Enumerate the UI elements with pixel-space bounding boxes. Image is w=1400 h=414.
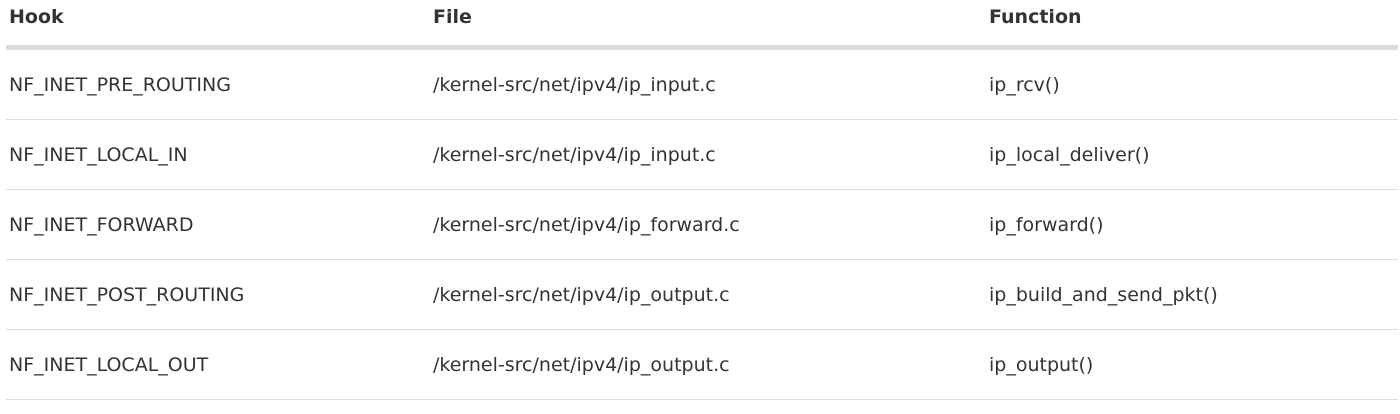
- hook-cell: NF_INET_LOCAL_OUT: [9, 353, 209, 376]
- function-cell: ip_build_and_send_pkt(): [989, 283, 1218, 306]
- function-cell: ip_rcv(): [989, 73, 1060, 96]
- column-header-hook[interactable]: Hook: [6, 6, 433, 28]
- file-cell: /kernel-src/net/ipv4/ip_forward.c: [433, 213, 740, 236]
- column-header-function[interactable]: Function: [989, 6, 1398, 28]
- table-row: NF_INET_POST_ROUTING /kernel-src/net/ipv…: [6, 260, 1398, 330]
- hook-cell: NF_INET_PRE_ROUTING: [9, 73, 231, 96]
- table-row: NF_INET_LOCAL_OUT /kernel-src/net/ipv4/i…: [6, 330, 1398, 400]
- table-row: NF_INET_PRE_ROUTING /kernel-src/net/ipv4…: [6, 50, 1398, 120]
- function-cell: ip_forward(): [989, 213, 1104, 236]
- table-header-row: Hook File Function: [6, 0, 1398, 50]
- netfilter-hooks-table: Hook File Function NF_INET_PRE_ROUTING /…: [6, 0, 1398, 400]
- table-row: NF_INET_FORWARD /kernel-src/net/ipv4/ip_…: [6, 190, 1398, 260]
- table-row: NF_INET_LOCAL_IN /kernel-src/net/ipv4/ip…: [6, 120, 1398, 190]
- file-cell: /kernel-src/net/ipv4/ip_input.c: [433, 73, 716, 96]
- hook-cell: NF_INET_LOCAL_IN: [9, 143, 188, 166]
- hook-cell: NF_INET_FORWARD: [9, 213, 194, 236]
- file-cell: /kernel-src/net/ipv4/ip_input.c: [433, 143, 716, 166]
- hook-cell: NF_INET_POST_ROUTING: [9, 283, 245, 306]
- function-cell: ip_local_deliver(): [989, 143, 1150, 166]
- function-cell: ip_output(): [989, 353, 1094, 376]
- file-cell: /kernel-src/net/ipv4/ip_output.c: [433, 353, 730, 376]
- file-cell: /kernel-src/net/ipv4/ip_output.c: [433, 283, 730, 306]
- column-header-file[interactable]: File: [433, 6, 989, 28]
